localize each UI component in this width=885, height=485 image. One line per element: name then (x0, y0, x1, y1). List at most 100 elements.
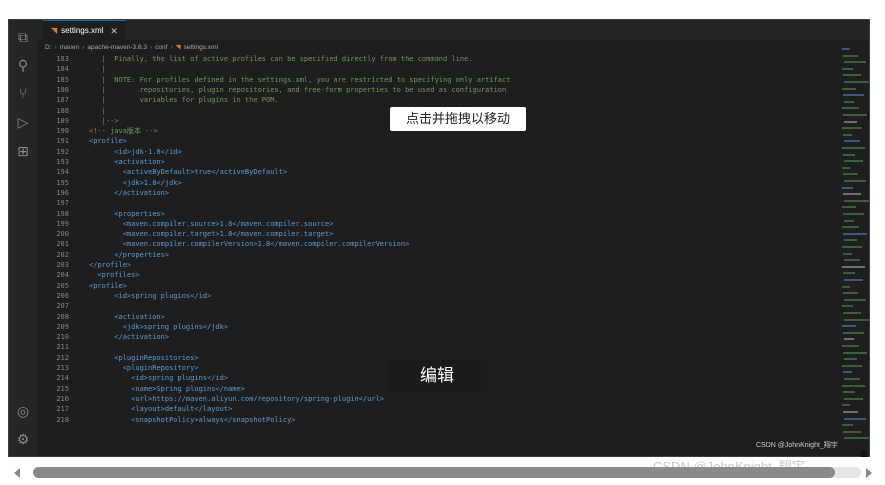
code-text: </properties> (89, 250, 170, 259)
line-number: 216 (56, 394, 69, 403)
code-line[interactable]: 196 </activation> (37, 188, 837, 198)
line-number: 203 (56, 261, 69, 269)
minimap-line (843, 173, 858, 176)
edit-button[interactable]: 编辑 (387, 359, 487, 392)
minimap-line (842, 67, 853, 70)
code-line[interactable]: 198 <properties> (37, 209, 837, 219)
minimap-line (842, 424, 853, 427)
code-text: | Finally, the list of active profiles c… (89, 55, 473, 63)
line-number: 189 (56, 116, 69, 125)
breadcrumb-item[interactable]: conf (155, 42, 167, 54)
minimap-line (843, 213, 864, 215)
minimap-line (844, 180, 866, 182)
code-line[interactable]: 191 <profile> (37, 136, 837, 146)
code-text: <activation> (89, 312, 165, 321)
code-line[interactable]: 197 (37, 198, 837, 208)
minimap-line (844, 239, 857, 242)
code-line[interactable]: 211 (37, 342, 837, 352)
code-line[interactable]: 204 <profiles> (37, 270, 837, 280)
minimap-line (844, 100, 854, 103)
code-text: <properties> (89, 209, 165, 218)
source-control-icon[interactable]: ⑂ (15, 86, 31, 102)
line-number: 197 (56, 199, 69, 208)
line-number: 217 (56, 405, 69, 414)
code-text: <snapshotPolicy>always</snapshotPolicy> (89, 415, 296, 424)
code-text: <maven.compiler.source>1.8</maven.compil… (89, 219, 334, 228)
minimap-line (843, 133, 852, 136)
minimap-line (843, 94, 864, 97)
code-line[interactable]: 187 | variables for plugins in the POM. (37, 95, 837, 105)
code-line[interactable]: 209 <jdk>spring plugins</jdk> (37, 322, 837, 332)
minimap-line (843, 193, 861, 196)
minimap-line (843, 411, 858, 413)
code-line[interactable]: 216 <url>https://maven.aliyun.com/reposi… (37, 394, 837, 404)
minimap[interactable] (839, 40, 869, 456)
line-number: 196 (56, 188, 69, 197)
line-number: 190 (56, 127, 69, 136)
search-icon[interactable]: ⚲ (15, 58, 31, 74)
code-text: <activation> (89, 158, 165, 166)
line-number: 194 (56, 168, 69, 177)
code-line[interactable]: 205 <profile> (37, 281, 837, 291)
minimap-line (842, 265, 865, 268)
code-line[interactable]: 200 <maven.compiler.target>1.8</maven.co… (37, 229, 837, 239)
scroll-left-icon[interactable] (14, 468, 20, 478)
code-line[interactable]: 185 | NOTE: For profiles defined in the … (37, 75, 837, 85)
minimap-line (844, 378, 860, 380)
line-number: 188 (56, 106, 69, 115)
resize-handle[interactable] (861, 451, 867, 457)
scroll-right-icon[interactable] (866, 468, 872, 478)
code-line[interactable]: 184 | (37, 64, 837, 74)
code-line[interactable]: 195 <jdk>1.8</jdk> (37, 178, 837, 188)
line-number: 191 (56, 137, 69, 146)
code-text: <name>Spring plugins</name> (89, 384, 245, 393)
code-line[interactable]: 206 <id>spring plugins</id> (37, 291, 837, 301)
code-line[interactable]: 203 </profile> (37, 260, 837, 270)
line-number: 212 (56, 353, 69, 362)
breadcrumb-item[interactable]: apache-maven-3.6.3 (87, 42, 147, 54)
minimap-line (843, 292, 858, 295)
minimap-line (842, 87, 856, 90)
code-text: <maven.compiler.compilerVersion>1.8</mav… (89, 240, 410, 249)
breadcrumb-item[interactable]: maven (60, 42, 80, 54)
line-number: 201 (56, 240, 69, 249)
extensions-icon[interactable]: ⊞ (15, 144, 31, 160)
minimap-line (842, 305, 853, 308)
code-line[interactable]: 217 <layout>default</layout> (37, 404, 837, 414)
minimap-line (843, 351, 867, 354)
close-icon[interactable]: ✕ (110, 21, 118, 41)
code-line[interactable]: 199 <maven.compiler.source>1.8</maven.co… (37, 219, 837, 229)
line-number: 209 (56, 322, 69, 331)
code-line[interactable]: 186 | repositories, plugin repositories,… (37, 85, 837, 95)
minimap-line (843, 114, 867, 116)
code-line[interactable]: 208 <activation> (37, 312, 837, 322)
minimap-line (844, 160, 863, 163)
code-line[interactable]: 207 (37, 301, 837, 311)
minimap-line (842, 364, 862, 367)
minimap-line (844, 219, 854, 222)
tab-settings-xml[interactable]: ◥ settings.xml ✕ (43, 20, 126, 41)
settings-gear-icon[interactable]: ⚙ (15, 432, 31, 448)
line-number: 185 (56, 75, 69, 84)
run-debug-icon[interactable]: ▷ (15, 115, 31, 131)
code-text: <jdk>1.8</jdk> (89, 178, 182, 187)
breadcrumb-item[interactable]: settings.xml (184, 42, 218, 54)
line-number: 193 (56, 158, 69, 166)
code-line[interactable]: 183 | Finally, the list of active profil… (37, 54, 837, 64)
scrollbar-thumb[interactable] (33, 467, 835, 478)
code-text: <layout>default</layout> (89, 405, 233, 414)
code-line[interactable]: 193 <activation> (37, 157, 837, 167)
minimap-line (843, 153, 855, 156)
code-text: | (89, 106, 106, 115)
files-icon[interactable]: ⧉ (15, 30, 31, 46)
code-line[interactable]: 201 <maven.compiler.compilerVersion>1.8<… (37, 239, 837, 249)
account-icon[interactable]: ◎ (15, 404, 31, 420)
code-line[interactable]: 192 <id>jdk-1.8</id> (37, 147, 837, 157)
breadcrumb-item[interactable]: D: (45, 42, 52, 54)
code-line[interactable]: 218 <snapshotPolicy>always</snapshotPoli… (37, 415, 837, 425)
minimap-line (844, 338, 854, 341)
minimap-line (844, 61, 866, 64)
code-line[interactable]: 210 </activation> (37, 332, 837, 342)
code-line[interactable]: 194 <activeByDefault>true</activeByDefau… (37, 167, 837, 177)
code-line[interactable]: 202 </properties> (37, 250, 837, 260)
